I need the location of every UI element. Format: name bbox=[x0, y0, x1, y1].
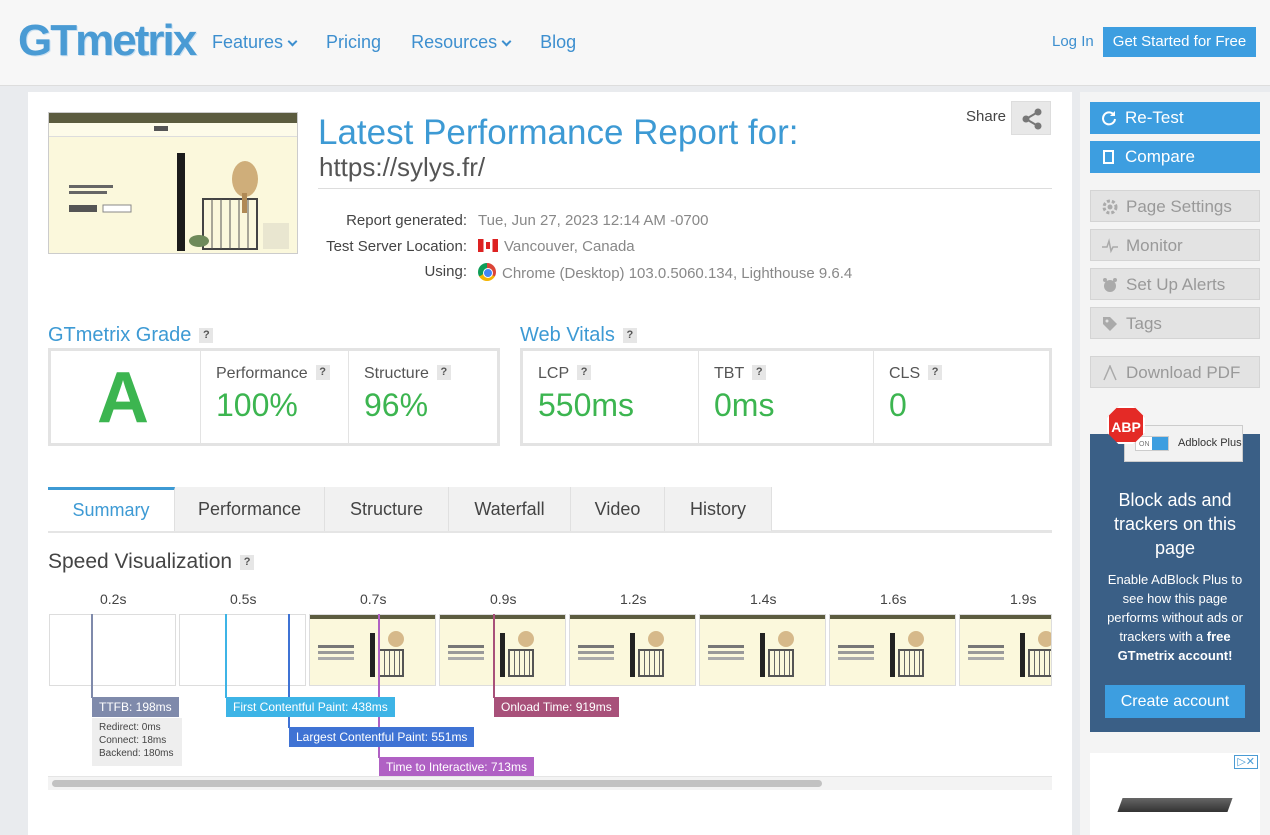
advertisement-banner[interactable]: ▷✕ bbox=[1090, 753, 1260, 835]
grade-letter: A bbox=[97, 358, 149, 438]
cls-metric: CLS? 0 bbox=[873, 351, 1049, 443]
filmstrip-frame[interactable] bbox=[699, 614, 826, 686]
ad-headline: Block ads and trackers on this page bbox=[1113, 490, 1237, 558]
site-preview-image bbox=[69, 126, 289, 251]
share-label: Share bbox=[966, 108, 1007, 125]
report-tabs: Summary Performance Structure Waterfall … bbox=[48, 487, 1052, 533]
nav-blog[interactable]: Blog bbox=[540, 32, 576, 53]
refresh-icon bbox=[1102, 111, 1116, 126]
help-icon[interactable]: ? bbox=[577, 365, 592, 380]
filmstrip-frame[interactable] bbox=[829, 614, 956, 686]
tab-waterfall[interactable]: Waterfall bbox=[449, 487, 571, 531]
setup-alerts-button[interactable]: Set Up Alerts bbox=[1090, 268, 1260, 300]
share-button[interactable] bbox=[1011, 101, 1051, 135]
web-vitals-heading: Web Vitals? bbox=[520, 324, 637, 347]
get-started-button[interactable]: Get Started for Free bbox=[1103, 27, 1256, 57]
compare-button[interactable]: Compare bbox=[1090, 141, 1260, 173]
gear-icon bbox=[1102, 199, 1118, 215]
server-rack-image bbox=[1117, 798, 1233, 812]
help-icon[interactable]: ? bbox=[199, 328, 214, 343]
tab-performance[interactable]: Performance bbox=[175, 487, 325, 531]
grade-card: A Performance? 100% Structure? 96% bbox=[48, 348, 500, 446]
filmstrip-frame[interactable] bbox=[569, 614, 696, 686]
filmstrip-frame[interactable] bbox=[959, 614, 1052, 686]
help-icon[interactable]: ? bbox=[622, 328, 637, 343]
web-vitals-card: LCP? 550ms TBT? 0ms CLS? 0 bbox=[520, 348, 1052, 446]
page-settings-button[interactable]: Page Settings bbox=[1090, 190, 1260, 222]
report-url[interactable]: https://sylys.fr/ bbox=[319, 152, 485, 183]
tab-history[interactable]: History bbox=[665, 487, 772, 531]
help-icon[interactable]: ? bbox=[240, 555, 255, 570]
retest-button[interactable]: Re-Test bbox=[1090, 102, 1260, 134]
nav-features[interactable]: Features bbox=[212, 32, 298, 53]
help-icon[interactable]: ? bbox=[436, 365, 451, 380]
pulse-icon bbox=[1102, 238, 1118, 254]
monitor-button[interactable]: Monitor bbox=[1090, 229, 1260, 261]
pdf-icon bbox=[1103, 365, 1117, 381]
login-link[interactable]: Log In bbox=[1052, 33, 1094, 50]
fcp-marker-line bbox=[225, 614, 227, 698]
nav-pricing[interactable]: Pricing bbox=[326, 32, 381, 53]
tbt-metric: TBT? 0ms bbox=[698, 351, 873, 443]
tags-button[interactable]: Tags bbox=[1090, 307, 1260, 339]
chevron-down-icon bbox=[287, 36, 298, 47]
filmstrip-frame[interactable] bbox=[309, 614, 436, 686]
download-pdf-button[interactable]: Download PDF bbox=[1090, 356, 1260, 388]
filmstrip-frame[interactable] bbox=[439, 614, 566, 686]
divider bbox=[318, 188, 1052, 189]
ttfb-marker-line bbox=[91, 614, 93, 698]
time-label: 0.2s bbox=[100, 591, 127, 607]
time-label: 0.9s bbox=[490, 591, 517, 607]
onload-marker: Onload Time: 919ms bbox=[494, 697, 619, 717]
toggle-switch: ON bbox=[1135, 436, 1169, 451]
structure-score: Structure? 96% bbox=[348, 351, 497, 443]
ad-body: Enable AdBlock Plus to see how this page… bbox=[1107, 572, 1243, 663]
filmstrip-frame[interactable] bbox=[49, 614, 176, 686]
speed-visualization-heading: Speed Visualization? bbox=[48, 550, 255, 574]
page-screenshot-thumbnail[interactable] bbox=[48, 112, 298, 254]
onload-marker-line bbox=[493, 614, 495, 698]
report-title: Latest Performance Report for: bbox=[318, 113, 799, 152]
filmstrip-scrollbar[interactable] bbox=[48, 776, 1052, 790]
nav-resources[interactable]: Resources bbox=[411, 32, 512, 53]
top-navigation-bar: GTmetrix Features Pricing Resources Blog… bbox=[0, 0, 1270, 86]
time-label: 1.9s bbox=[1010, 591, 1037, 607]
adblock-brand: Adblock Plus bbox=[1178, 437, 1242, 449]
ttfb-breakdown: Redirect: 0ms Connect: 18ms Backend: 180… bbox=[92, 718, 182, 766]
filmstrip-frame[interactable] bbox=[179, 614, 306, 686]
share-icon bbox=[1022, 108, 1042, 130]
scrollbar-thumb[interactable] bbox=[52, 780, 822, 787]
gtmetrix-grade-heading: GTmetrix Grade? bbox=[48, 324, 214, 347]
lcp-metric: LCP? 550ms bbox=[538, 365, 635, 423]
help-icon[interactable]: ? bbox=[928, 365, 943, 380]
time-label: 1.2s bbox=[620, 591, 647, 607]
ad-choices-icon[interactable]: ▷✕ bbox=[1234, 755, 1258, 769]
performance-score: Performance? 100% bbox=[200, 351, 348, 443]
ttfb-marker: TTFB: 198ms bbox=[92, 697, 179, 717]
time-label: 0.7s bbox=[360, 591, 387, 607]
fcp-marker: First Contentful Paint: 438ms bbox=[226, 697, 395, 717]
create-account-button[interactable]: Create account bbox=[1105, 685, 1245, 718]
tag-icon bbox=[1103, 317, 1117, 331]
time-label: 1.4s bbox=[750, 591, 777, 607]
help-icon[interactable]: ? bbox=[315, 365, 330, 380]
tab-structure[interactable]: Structure bbox=[325, 487, 449, 531]
help-icon[interactable]: ? bbox=[752, 365, 767, 380]
time-label: 0.5s bbox=[230, 591, 257, 607]
time-label: 1.6s bbox=[880, 591, 907, 607]
chrome-icon bbox=[478, 263, 496, 281]
canada-flag-icon bbox=[478, 239, 498, 252]
lcp-marker: Largest Contentful Paint: 551ms bbox=[289, 727, 475, 747]
tab-summary[interactable]: Summary bbox=[48, 487, 175, 531]
grade-letter-box: A bbox=[51, 351, 199, 443]
tab-video[interactable]: Video bbox=[571, 487, 665, 531]
tti-marker: Time to Interactive: 713ms bbox=[379, 757, 534, 777]
compare-icon bbox=[1103, 150, 1114, 164]
chevron-down-icon bbox=[501, 36, 512, 47]
alarm-clock-icon bbox=[1103, 278, 1117, 292]
gtmetrix-logo[interactable]: GTmetrix bbox=[18, 16, 197, 66]
main-nav: Features Pricing Resources Blog bbox=[212, 32, 576, 53]
